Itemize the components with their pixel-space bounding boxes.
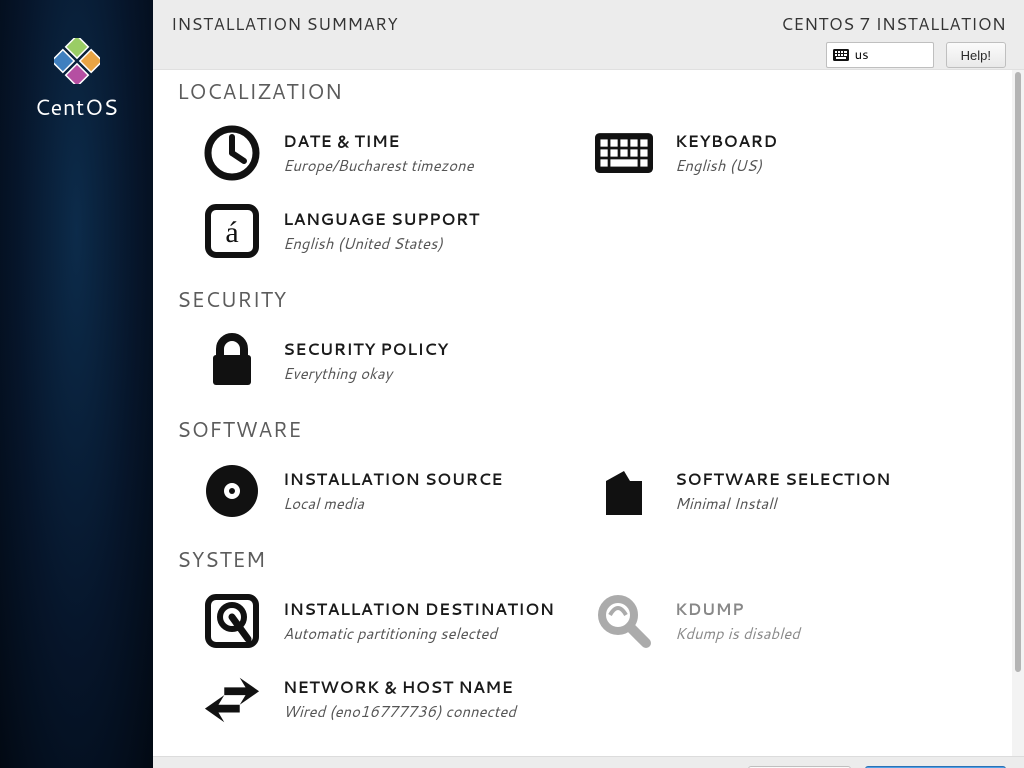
spoke-kdump-status: Kdump is disabled [675,623,800,644]
spoke-network-status: Wired (eno16777736) connected [283,701,516,722]
summary-content: LOCALIZATION DATE & TIME Europe/Buchares… [153,70,1012,756]
language-icon: á [203,202,261,260]
package-icon [595,462,653,520]
spoke-security-policy-status: Everything okay [283,363,448,384]
spoke-kdump[interactable]: KDUMP Kdump is disabled [569,582,961,660]
clock-icon [203,124,261,182]
svg-text:á: á [225,216,238,249]
spoke-network[interactable]: NETWORK & HOST NAME Wired (eno16777736) … [177,660,569,738]
spoke-installation-destination-status: Automatic partitioning selected [283,623,554,644]
centos-logo-icon [54,38,100,84]
footer: Quit Begin Installation We won't touch y… [153,756,1024,768]
spoke-installation-source-label: INSTALLATION SOURCE [283,468,503,491]
keyboard-large-icon [595,124,653,182]
spoke-language-label: LANGUAGE SUPPORT [283,208,480,231]
spoke-software-selection-label: SOFTWARE SELECTION [675,468,891,491]
content-scrollbar[interactable] [1012,70,1024,756]
sidebar: CentOS [0,0,153,768]
spoke-keyboard[interactable]: KEYBOARD English (US) [569,114,961,192]
section-security: SECURITY [177,284,1012,314]
section-localization: LOCALIZATION [177,76,1012,106]
spoke-keyboard-status: English (US) [675,155,778,176]
keyboard-layout-text: us [855,46,869,64]
scrollbar-thumb[interactable] [1015,72,1021,672]
spoke-language[interactable]: á LANGUAGE SUPPORT English (United State… [177,192,569,270]
spoke-datetime[interactable]: DATE & TIME Europe/Bucharest timezone [177,114,569,192]
spoke-installation-destination-label: INSTALLATION DESTINATION [283,598,554,621]
spoke-network-label: NETWORK & HOST NAME [283,676,516,699]
lock-icon [203,332,261,390]
product-name: CentOS [34,92,118,123]
spoke-software-selection[interactable]: SOFTWARE SELECTION Minimal Install [569,452,961,530]
spoke-keyboard-label: KEYBOARD [675,130,778,153]
spoke-security-policy[interactable]: SECURITY POLICY Everything okay [177,322,569,400]
harddisk-icon [203,592,261,650]
page-title: INSTALLATION SUMMARY [171,12,398,36]
network-icon [203,670,261,728]
installer-title: CENTOS 7 INSTALLATION [781,12,1006,36]
help-button[interactable]: Help! [946,42,1006,68]
product-logo: CentOS [0,38,153,123]
spoke-installation-destination[interactable]: INSTALLATION DESTINATION Automatic parti… [177,582,569,660]
spoke-language-status: English (United States) [283,233,480,254]
spoke-datetime-status: Europe/Bucharest timezone [283,155,474,176]
spoke-datetime-label: DATE & TIME [283,130,474,153]
spoke-kdump-label: KDUMP [675,598,800,621]
keyboard-layout-indicator[interactable]: us [826,42,934,68]
spoke-installation-source[interactable]: INSTALLATION SOURCE Local media [177,452,569,530]
spoke-installation-source-status: Local media [283,493,503,514]
main-panel: INSTALLATION SUMMARY CENTOS 7 INSTALLATI… [153,0,1024,768]
section-software: SOFTWARE [177,414,1012,444]
magnifier-icon [595,592,653,650]
spoke-software-selection-status: Minimal Install [675,493,891,514]
disc-icon [203,462,261,520]
section-system: SYSTEM [177,544,1012,574]
header: INSTALLATION SUMMARY CENTOS 7 INSTALLATI… [153,0,1024,70]
spoke-security-policy-label: SECURITY POLICY [283,338,448,361]
keyboard-icon [833,49,849,61]
